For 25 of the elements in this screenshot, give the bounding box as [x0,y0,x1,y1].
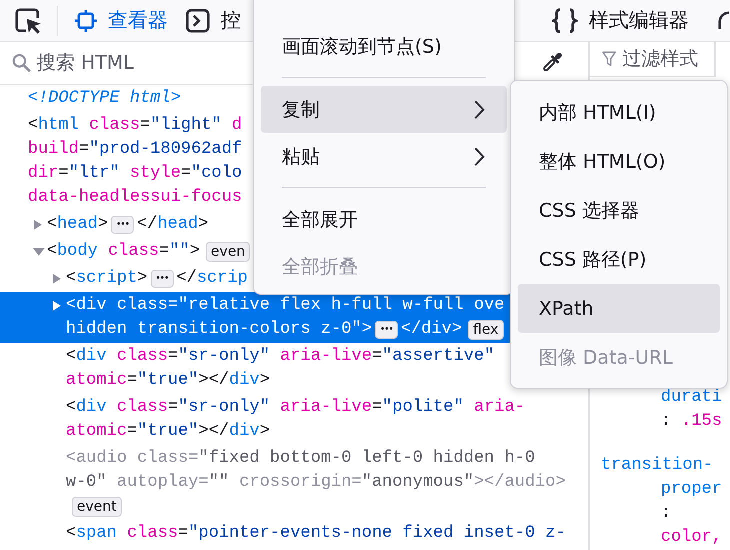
code-text: build="prod-180962adf [28,140,242,159]
css-text: color, [660,527,724,549]
code-text: </scrip [176,269,248,288]
code-text: data-headlessui-focus [28,188,242,207]
css-text: : .15s [660,411,724,433]
code-text: <head> [47,215,108,234]
code-text: atomic="true"></div> [66,422,270,441]
css-text: proper [660,479,724,501]
css-text: durati [660,387,724,409]
css-text: : [660,503,672,525]
code-text: <body class=""> [47,242,200,261]
css-text: transition- [601,455,714,477]
code-text: <div class="sr-only" aria-live="polite" aria- [66,398,526,417]
code-text: hidden transition-colors z-0"> [66,320,372,339]
code-text: </head> [137,215,209,234]
code-text: w-0" autoplay="" crossorigin="anonymous"></audio> [66,473,566,492]
code-text: atomic="true"></div> [66,371,270,390]
code-text: <script> [66,269,148,288]
code-text: <html class="light" d [28,116,242,135]
code-text: <span class="pointer-events-none fixed inset-0 z- [66,524,566,543]
code-text: <div class="relative flex h-full w-full ove [66,296,505,315]
code-text: dir="ltr" style="colo [28,164,242,183]
code-text: <audio class="fixed bottom-0 left-0 hidden h-0 [66,449,536,468]
code-text: <div class="sr-only" aria-live="assertive" [66,347,495,366]
code-text: </div> [401,320,462,339]
